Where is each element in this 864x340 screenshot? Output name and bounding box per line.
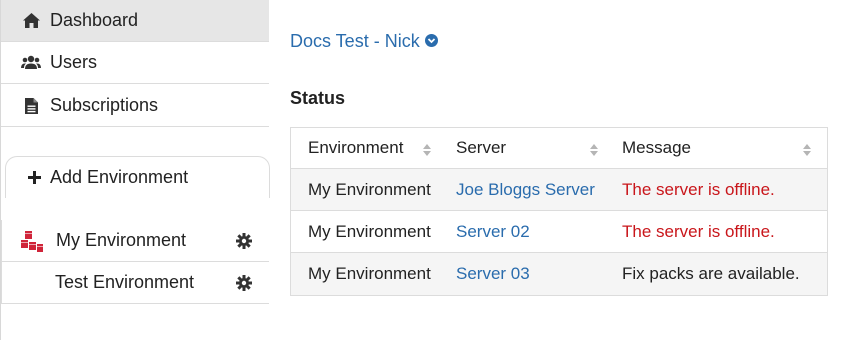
organization-name: Docs Test - Nick xyxy=(290,31,420,51)
message-cell: The server is offline. xyxy=(622,179,775,199)
column-header-label: Message xyxy=(622,138,691,157)
server-link[interactable]: Server 02 xyxy=(439,211,606,252)
nav-label-dashboard: Dashboard xyxy=(50,10,139,30)
gear-icon[interactable] xyxy=(236,275,252,296)
environment-label: Test Environment xyxy=(55,272,195,292)
environment-cubes-icon xyxy=(20,229,44,253)
environment-label: My Environment xyxy=(56,230,187,250)
sort-icon xyxy=(803,141,811,161)
plus-icon xyxy=(26,171,42,184)
message-cell: The server is offline. xyxy=(622,221,775,241)
organization-selector[interactable]: Docs Test - Nick xyxy=(290,31,438,52)
environment-cell: My Environment xyxy=(308,221,431,241)
column-header-message[interactable]: Message xyxy=(606,128,827,168)
status-table: Environment Server Message My Environmen… xyxy=(290,127,828,296)
column-header-label: Server xyxy=(456,138,507,157)
server-link[interactable]: Server 03 xyxy=(439,253,606,295)
add-environment-label: Add Environment xyxy=(50,167,189,187)
nav-item-subscriptions[interactable]: Subscriptions xyxy=(1,85,269,127)
environment-cell: My Environment xyxy=(308,179,431,199)
environment-item-my-environment[interactable]: My Environment xyxy=(1,220,269,262)
nav-label-subscriptions: Subscriptions xyxy=(50,95,159,115)
environment-cell: My Environment xyxy=(308,264,431,283)
nav-item-users[interactable]: Users xyxy=(1,42,269,84)
server-link[interactable]: Joe Bloggs Server xyxy=(439,169,606,210)
status-heading: Status xyxy=(290,88,346,108)
users-icon xyxy=(21,55,41,70)
add-environment-button[interactable]: Add Environment xyxy=(5,156,270,198)
sort-icon xyxy=(590,141,598,161)
nav-label-users: Users xyxy=(50,52,98,72)
table-row: My Environment Server 02 The server is o… xyxy=(291,211,827,253)
gear-icon[interactable] xyxy=(236,233,252,254)
chevron-down-circle-icon xyxy=(424,31,438,52)
table-header: Environment Server Message xyxy=(291,128,827,169)
sort-icon xyxy=(423,141,431,161)
column-header-environment[interactable]: Environment xyxy=(291,128,439,168)
nav-item-dashboard[interactable]: Dashboard xyxy=(1,0,269,42)
column-header-label: Environment xyxy=(308,138,404,157)
table-row: My Environment Server 03 Fix packs are a… xyxy=(291,253,827,295)
sidebar: Dashboard Users Subscriptions Add Enviro… xyxy=(0,0,270,340)
message-cell: Fix packs are available. xyxy=(622,264,800,283)
document-icon xyxy=(21,97,41,114)
home-icon xyxy=(21,13,41,28)
column-header-server[interactable]: Server xyxy=(439,128,606,168)
table-row: My Environment Joe Bloggs Server The ser… xyxy=(291,169,827,211)
environment-item-test-environment[interactable]: Test Environment xyxy=(1,262,269,304)
